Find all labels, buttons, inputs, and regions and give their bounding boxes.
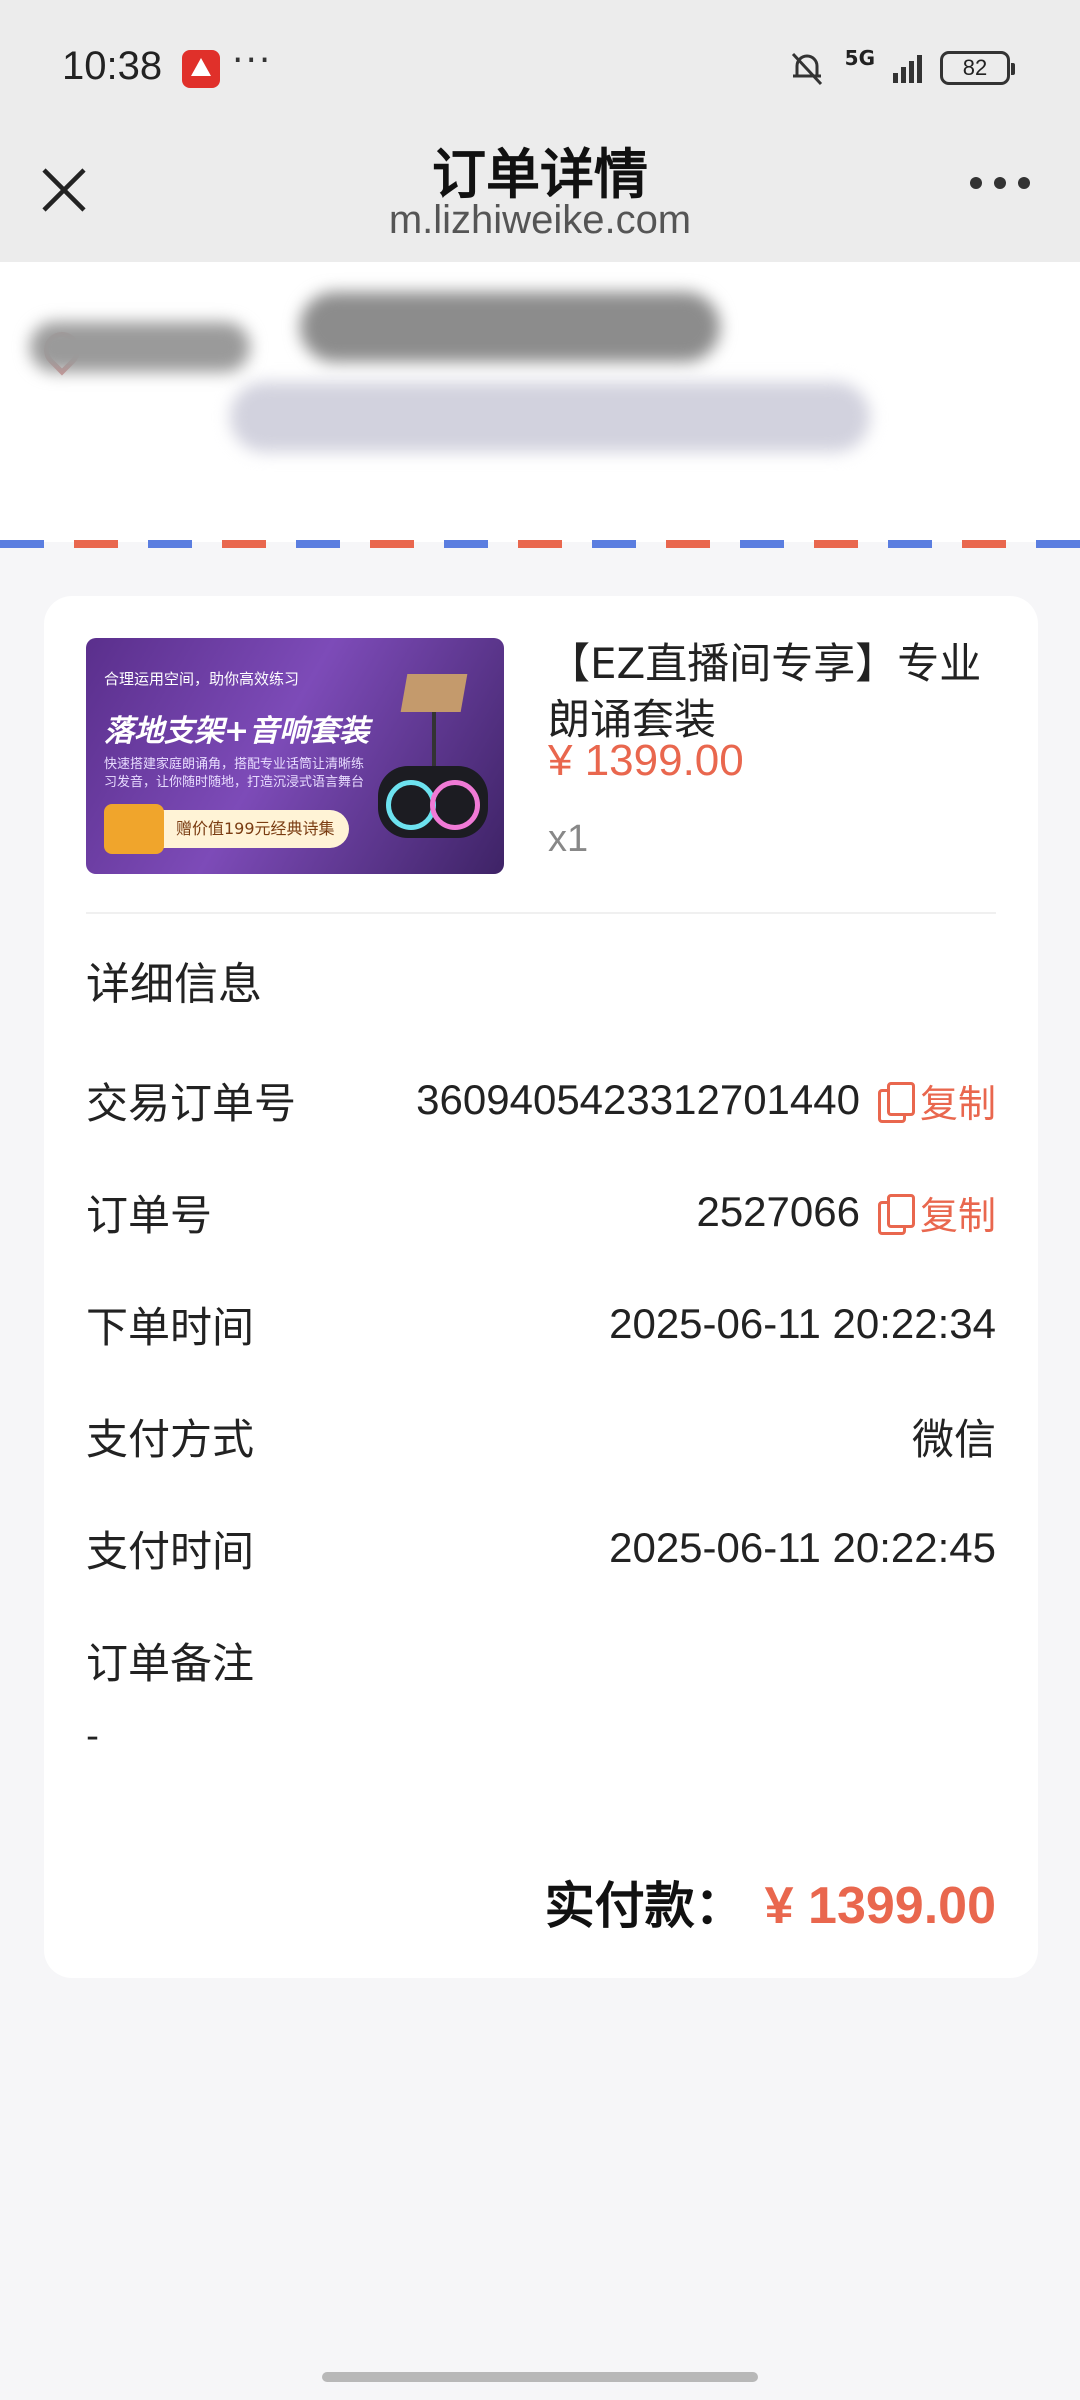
divider <box>86 912 996 914</box>
thumb-desc: 快速搭建家庭朗诵角，搭配专业话筒让清晰练习发音，让你随时随地，打造沉浸式语言舞台 <box>104 757 365 790</box>
row-order-no: 订单号 2527066 复制 <box>86 1182 996 1242</box>
note-value: - <box>86 1716 99 1757</box>
status-more-icon: ··· <box>232 40 273 81</box>
airmail-border <box>0 540 1080 548</box>
stand-pole-illustration <box>432 712 436 772</box>
order-no-value: 2527066 <box>696 1188 860 1235</box>
note-label: 订单备注 <box>86 1638 255 1688</box>
order-time-label: 下单时间 <box>86 1302 255 1352</box>
order-card: 合理运用空间，助你高效练习 落地支架+音响套装 快速搭建家庭朗诵角，搭配专业话筒… <box>44 596 1038 1978</box>
total-label: 实付款： <box>544 1877 745 1935</box>
product-price: ¥ 1399.00 <box>548 736 744 785</box>
row-note: 订单备注 <box>86 1630 996 1690</box>
redacted-phone <box>300 292 720 362</box>
battery-icon: 82 <box>940 51 1015 85</box>
redacted-name <box>30 322 250 372</box>
copy-label: 复制 <box>919 1193 996 1238</box>
row-order-time: 下单时间 2025-06-11 20:22:34 <box>86 1294 996 1354</box>
product-title[interactable]: 【EZ直播间专享】专业朗诵套装 <box>548 636 1008 740</box>
page-header: 订单详情 m.lizhiweike.com <box>0 130 1080 262</box>
battery-level: 82 <box>962 55 988 80</box>
thumb-badge <box>104 804 164 854</box>
status-indicators: 5G 82 <box>787 46 1015 90</box>
app-notification-icon <box>182 50 220 88</box>
pay-time-value: 2025-06-11 20:22:45 <box>609 1524 996 1571</box>
row-trade-no: 交易订单号 3609405423312701440 复制 <box>86 1070 996 1130</box>
order-no-label: 订单号 <box>86 1190 213 1240</box>
product-image[interactable]: 合理运用空间，助你高效练习 落地支架+音响套装 快速搭建家庭朗诵角，搭配专业话筒… <box>86 638 504 874</box>
total-paid: 实付款： ¥ 1399.00 <box>545 1866 996 1938</box>
copy-icon <box>877 1082 915 1123</box>
pay-time-label: 支付时间 <box>86 1526 255 1576</box>
shipping-address <box>0 262 1080 542</box>
mute-bell-icon <box>791 52 822 86</box>
thumb-headline: 落地支架+音响套装 <box>104 714 370 749</box>
thumb-tagline: 合理运用空间，助你高效练习 <box>104 670 300 688</box>
trade-no-value: 3609405423312701440 <box>416 1076 860 1123</box>
row-pay-method: 支付方式 微信 <box>86 1406 996 1466</box>
details-section-title: 详细信息 <box>86 959 262 1010</box>
pay-method-value: 微信 <box>911 1415 996 1463</box>
status-time: 10:38 <box>62 44 163 88</box>
row-pay-time: 支付时间 2025-06-11 20:22:45 <box>86 1518 996 1578</box>
more-menu-icon[interactable] <box>970 168 1040 198</box>
page-url: m.lizhiweike.com <box>388 198 692 242</box>
copy-label: 复制 <box>919 1081 996 1126</box>
order-time-value: 2025-06-11 20:22:34 <box>609 1300 996 1347</box>
network-type: 5G <box>844 46 875 70</box>
trade-no-label: 交易订单号 <box>86 1078 297 1128</box>
copy-icon <box>877 1194 915 1235</box>
redacted-address <box>230 382 870 452</box>
stand-illustration <box>400 674 468 712</box>
product-quantity: x1 <box>548 818 589 860</box>
speaker-illustration <box>378 766 488 838</box>
copy-trade-no-button[interactable]: 复制 <box>877 1073 996 1128</box>
total-value: ¥ 1399.00 <box>764 1877 996 1935</box>
pay-method-label: 支付方式 <box>86 1414 255 1464</box>
copy-order-no-button[interactable]: 复制 <box>877 1185 996 1240</box>
signal-icon <box>893 53 922 83</box>
status-bar: 10:38 ··· 5G 82 <box>0 0 1080 130</box>
home-indicator[interactable] <box>322 2372 758 2382</box>
